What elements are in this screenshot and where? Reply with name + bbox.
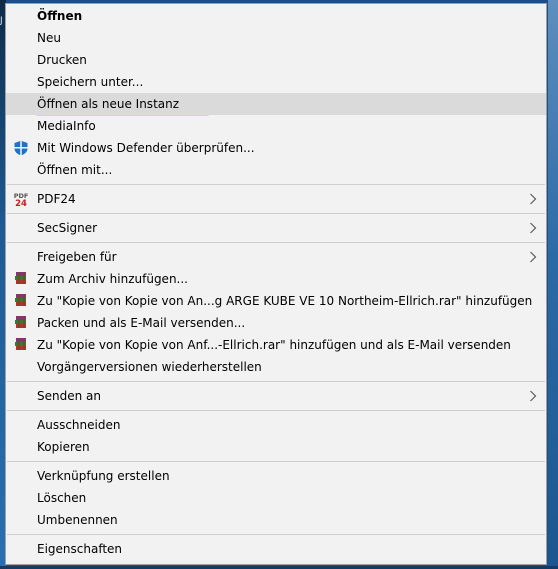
menu-item-share-with[interactable]: Freigeben für (6, 246, 546, 268)
menu-item-label: Ausschneiden (37, 418, 121, 432)
menu-item-cut[interactable]: Ausschneiden (6, 414, 546, 436)
menu-item-label: Löschen (37, 491, 87, 505)
menu-item-secsigner[interactable]: SecSigner (6, 217, 546, 239)
menu-item-add-to-rar-and-email[interactable]: Zu "Kopie von Kopie von Anf...-Ellrich.r… (6, 334, 546, 356)
menu-item-delete[interactable]: Löschen (6, 487, 546, 509)
menu-item-open-new-instance[interactable]: Öffnen als neue Instanz (6, 93, 546, 115)
chevron-right-icon (530, 390, 537, 402)
menu-item-label: Kopieren (37, 440, 90, 454)
menu-item-open-with[interactable]: Öffnen mit... (6, 159, 546, 181)
menu-item-mediainfo[interactable]: MediaInfo (6, 115, 546, 137)
menu-item-properties[interactable]: Eigenschaften (6, 538, 546, 560)
menu-separator (7, 410, 545, 411)
menu-item-label: Packen und als E-Mail versenden... (37, 316, 246, 330)
desktop-background-right (548, 0, 558, 569)
menu-item-label: Eigenschaften (37, 542, 123, 556)
menu-item-label: Freigeben für (37, 250, 117, 264)
winrar-icon (15, 316, 26, 328)
menu-item-label: Öffnen als neue Instanz (37, 97, 180, 111)
chevron-right-icon (530, 222, 537, 234)
menu-item-label: Verknüpfung erstellen (37, 469, 170, 483)
winrar-icon (15, 338, 26, 350)
pdf24-icon-bottom-text: 24 (15, 199, 27, 207)
menu-separator (7, 381, 545, 382)
menu-item-add-to-archive[interactable]: Zum Archiv hinzufügen... (6, 268, 546, 290)
menu-item-add-to-named-rar[interactable]: Zu "Kopie von Kopie von An...g ARGE KUBE… (6, 290, 546, 312)
menu-item-send-to[interactable]: Senden an (6, 385, 546, 407)
menu-item-restore-previous-versions[interactable]: Vorgängerversionen wiederherstellen (6, 356, 546, 378)
menu-item-print[interactable]: Drucken (6, 49, 546, 71)
menu-separator (7, 213, 545, 214)
menu-item-label: Zu "Kopie von Kopie von An...g ARGE KUBE… (37, 294, 533, 308)
menu-item-label: Neu (37, 31, 61, 45)
menu-item-label: Mit Windows Defender überprüfen... (37, 141, 255, 155)
desktop-edge-mark: J (0, 16, 3, 26)
menu-item-label: Senden an (37, 389, 101, 403)
menu-separator (7, 534, 545, 535)
windows-defender-shield-icon (14, 140, 28, 156)
menu-separator (7, 242, 545, 243)
menu-item-label: Umbenennen (37, 513, 118, 527)
menu-item-label: Öffnen (37, 9, 83, 23)
menu-item-label: Zum Archiv hinzufügen... (37, 272, 188, 286)
menu-item-label: Öffnen mit... (37, 163, 113, 177)
menu-item-defender-scan[interactable]: Mit Windows Defender überprüfen... (6, 137, 546, 159)
menu-item-save-as[interactable]: Speichern unter... (6, 71, 546, 93)
menu-item-label: Vorgängerversionen wiederherstellen (37, 360, 262, 374)
menu-separator (7, 184, 545, 185)
menu-item-create-shortcut[interactable]: Verknüpfung erstellen (6, 465, 546, 487)
menu-item-label: MediaInfo (37, 119, 96, 133)
winrar-icon (15, 272, 26, 284)
menu-item-pdf24[interactable]: PDF 24 PDF24 (6, 188, 546, 210)
menu-item-rename[interactable]: Umbenennen (6, 509, 546, 531)
pdf24-icon: PDF 24 (14, 192, 29, 207)
menu-item-pack-and-email[interactable]: Packen und als E-Mail versenden... (6, 312, 546, 334)
menu-item-new[interactable]: Neu (6, 27, 546, 49)
chevron-right-icon (530, 251, 537, 263)
menu-item-label: Drucken (37, 53, 87, 67)
context-menu: Öffnen Neu Drucken Speichern unter... Öf… (5, 3, 547, 565)
chevron-right-icon (530, 193, 537, 205)
menu-item-label: Speichern unter... (37, 75, 144, 89)
menu-separator (7, 461, 545, 462)
menu-item-label: SecSigner (37, 221, 98, 235)
winrar-icon (15, 294, 26, 306)
menu-item-label: PDF24 (37, 192, 76, 206)
menu-item-label: Zu "Kopie von Kopie von Anf...-Ellrich.r… (37, 338, 511, 352)
menu-item-open[interactable]: Öffnen (6, 5, 546, 27)
menu-item-copy[interactable]: Kopieren (6, 436, 546, 458)
